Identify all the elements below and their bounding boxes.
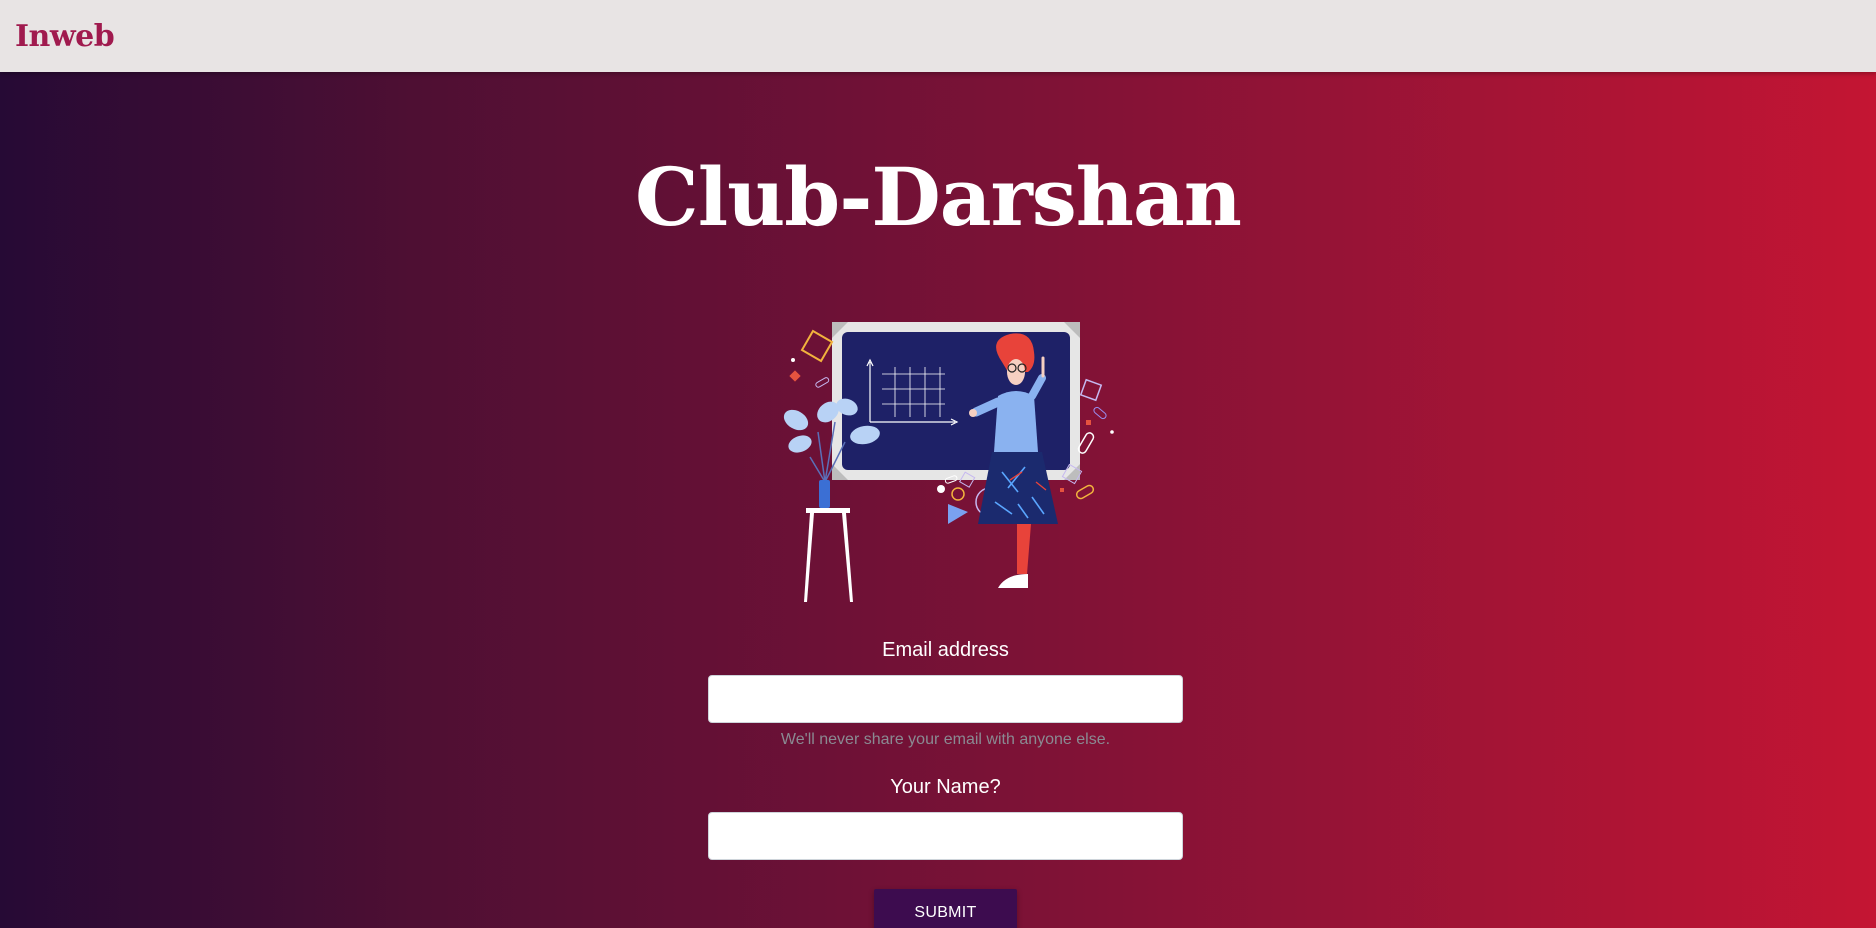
name-input[interactable]	[708, 812, 1183, 860]
email-label: Email address	[882, 639, 1009, 661]
submit-button[interactable]: SUBMIT	[874, 889, 1017, 928]
teacher-illustration	[783, 322, 1114, 602]
email-help-text: We'll never share your email with anyone…	[780, 731, 1111, 748]
name-label: Your Name?	[890, 776, 1001, 798]
email-form-group: Email address We'll never share your ema…	[708, 639, 1183, 749]
email-input[interactable]	[708, 675, 1183, 723]
page-title: Club-Darshan	[635, 150, 1242, 244]
name-form-group: Your Name?	[708, 776, 1183, 860]
brand-logo[interactable]: Inweb	[15, 19, 115, 54]
hero-section: Club-Darshan Email address We'll never s…	[0, 72, 1876, 928]
stool-icon	[804, 508, 853, 602]
navbar: Inweb	[0, 0, 1876, 72]
